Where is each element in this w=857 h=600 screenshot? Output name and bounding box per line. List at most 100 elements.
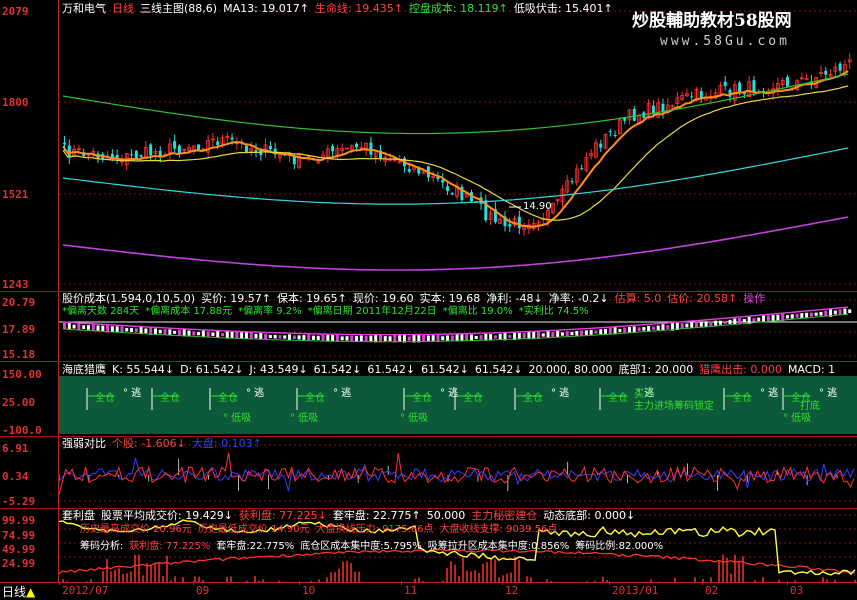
cost-bar xyxy=(120,326,124,333)
cost-deviation-header: *偏离天数 284天 *偏离成本 17.88元 *偏离率 9.2% *偏离日期 201… xyxy=(62,305,595,318)
cost-bar xyxy=(714,320,718,326)
x-axis-label: 10 xyxy=(302,584,316,597)
cost-bar xyxy=(82,325,86,330)
candle-body xyxy=(355,143,359,148)
cost-bar xyxy=(383,336,387,342)
candle-body xyxy=(632,109,636,121)
candle-body xyxy=(824,70,828,75)
x-axis-label: 2012/07 xyxy=(62,584,109,597)
sell-signal: ° 逃 xyxy=(551,388,570,399)
cost-bar xyxy=(718,320,722,325)
cost-bar xyxy=(450,335,454,341)
ma-green-line xyxy=(62,73,849,135)
hunt-header: 海底猎鹰 K: 55.544↓ D: 61.542↓ J: 43.549↓ 61.542… xyxy=(62,363,841,376)
cost-bar xyxy=(201,330,205,337)
candle-body xyxy=(254,150,258,152)
candle-body xyxy=(838,63,842,71)
sell-signal: ° 逃 xyxy=(819,388,838,399)
cost-bar xyxy=(268,335,272,339)
cost-bar xyxy=(824,310,828,317)
cost-bar xyxy=(326,334,330,342)
cost-bar xyxy=(163,329,167,335)
chip-analysis-item: 筹码分析: xyxy=(80,541,124,552)
candle-body xyxy=(173,141,177,149)
period-tab-label: 日线 xyxy=(2,585,27,599)
cost-bar xyxy=(187,330,191,336)
candle-body xyxy=(446,186,450,191)
cost-bar xyxy=(249,332,253,340)
cost-bar xyxy=(647,325,651,332)
buy-signal: 全仓 xyxy=(95,393,115,404)
cost-bar xyxy=(115,326,119,333)
cost-bar xyxy=(584,330,588,335)
cost-bar xyxy=(474,335,478,339)
cost-bar xyxy=(221,333,224,337)
chip-header-item: 套利盘 xyxy=(62,509,95,522)
main-header-item: 日线 xyxy=(112,2,134,15)
cost-header-item: 估算: 5.0 xyxy=(614,292,662,305)
low-buy-signal: ° 低吸 xyxy=(400,413,429,424)
cost-bar xyxy=(355,335,359,341)
cost-bar xyxy=(460,334,464,342)
cost-bar xyxy=(364,336,368,342)
cost-header-item: 实本: 19.68 xyxy=(419,292,481,305)
cost-bar xyxy=(814,312,818,316)
cost-deviation-item: *偏离日期 2011年12月22日 xyxy=(307,306,437,317)
chip-header-item: 获利盘: 77.225↓ xyxy=(238,509,327,522)
y-axis-label: 1521 xyxy=(2,188,29,201)
x-axis-label: 11 xyxy=(404,584,418,597)
strength-header: 强弱对比 个股: -1.606↓ 大盘: 0.103↑ xyxy=(62,437,268,450)
cost-bar xyxy=(594,330,598,334)
main-header-item: 万和电气 xyxy=(62,2,106,15)
cost-bar xyxy=(254,333,258,339)
candle-body xyxy=(268,146,272,150)
cost-bar xyxy=(63,322,66,330)
cost-bar xyxy=(489,334,493,340)
chip-analysis-item: 筹码比例:82.000% xyxy=(575,541,664,552)
cost-bar xyxy=(91,324,95,331)
cost-bar xyxy=(173,330,177,334)
cost-bar xyxy=(426,335,430,342)
cost-bar xyxy=(709,321,713,326)
cost-bar xyxy=(130,328,134,332)
candle-body xyxy=(450,193,454,195)
buy-signal: 全仓 xyxy=(412,393,432,404)
hunt-annotation: 筹码锁定 xyxy=(674,401,714,412)
sell-signal: ° 逃 xyxy=(760,388,779,399)
candle-body xyxy=(177,145,181,154)
cost-bar xyxy=(848,309,852,314)
y-axis-label: 0.34 xyxy=(2,470,29,483)
cost-bar xyxy=(398,335,402,342)
hunt-header-item: 猎鹰出击: 0.000 xyxy=(699,363,782,376)
cost-bar xyxy=(197,331,201,336)
cost-bar xyxy=(125,327,129,332)
chip-history-header: 历史最高成交价 20.96元 历史最低成交价 14.90元 大盘换线压力: 9175… xyxy=(80,523,563,536)
ma-purple-line xyxy=(62,216,849,271)
cost-bar xyxy=(168,329,172,335)
hunt-header-item: 61.542↓ xyxy=(313,363,362,376)
cost-bar xyxy=(101,325,105,331)
cost-bar xyxy=(297,335,301,340)
cost-bar xyxy=(618,328,622,333)
candle-body xyxy=(785,76,789,87)
cost-bar xyxy=(699,322,703,327)
cost-bar xyxy=(455,334,459,342)
cost-bar xyxy=(321,334,325,342)
cost-bar xyxy=(637,327,641,332)
cost-bar xyxy=(177,329,181,336)
y-axis-label: -5.29 xyxy=(2,495,36,508)
candle-body xyxy=(139,155,143,158)
candle-body xyxy=(67,145,71,158)
main-header-item: 低吸伏击: 15.401↑ xyxy=(513,2,613,15)
cost-bar xyxy=(766,315,770,322)
cost-deviation-item: *偏离成本 17.88元 xyxy=(145,306,233,317)
candle-body xyxy=(580,168,584,170)
y-axis-label: 17.89 xyxy=(2,323,36,336)
chip-analysis-item: 底仓区成本集中度:5.795% xyxy=(300,541,422,552)
cost-deviation-item: *偏离率 9.2% xyxy=(238,306,302,317)
cost-bar xyxy=(575,330,579,336)
buy-signal: 全仓 xyxy=(305,393,325,404)
period-tab[interactable]: 日线▲ xyxy=(2,583,35,600)
cost-bar xyxy=(273,334,277,339)
cost-bar xyxy=(661,324,665,331)
